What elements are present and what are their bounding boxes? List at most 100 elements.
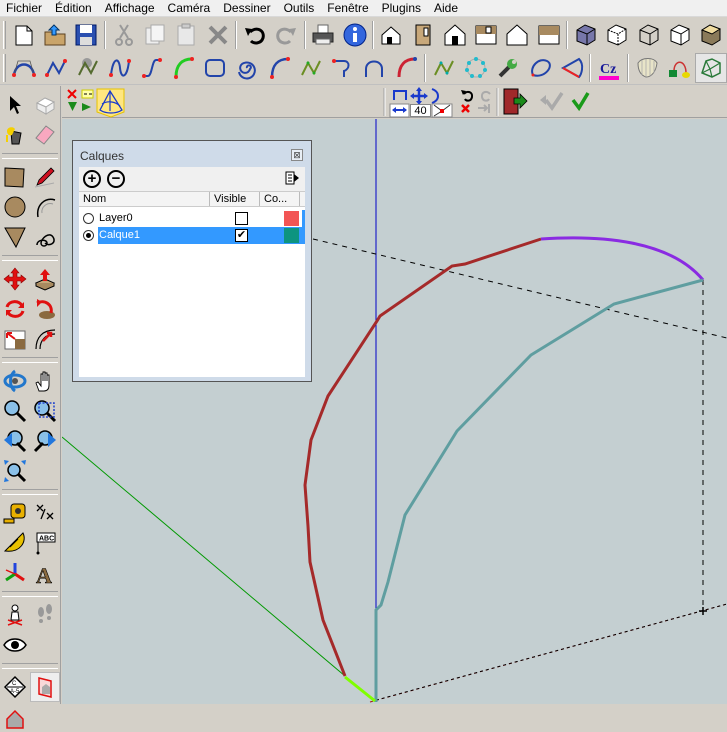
visible-checkbox[interactable]: ✔ (235, 229, 248, 242)
layer-name[interactable]: Layer0 (98, 210, 213, 227)
layer-name[interactable]: Calque1 (98, 227, 213, 244)
polyline-button[interactable] (40, 53, 72, 83)
shell-button[interactable] (631, 53, 663, 83)
spiral-button[interactable] (231, 53, 263, 83)
right-view-button[interactable] (502, 20, 533, 50)
axes-button[interactable] (0, 558, 30, 588)
pan-button[interactable] (30, 366, 60, 396)
triangle-loop-button[interactable] (556, 53, 588, 83)
cut-button[interactable] (108, 20, 139, 50)
width-arrow-button[interactable] (389, 103, 410, 118)
end-button[interactable] (478, 104, 490, 113)
column-color[interactable]: Co... (260, 192, 300, 206)
menu-edition[interactable]: Édition (49, 1, 99, 16)
redo-button[interactable] (270, 20, 301, 50)
validate-check-button[interactable] (571, 92, 590, 112)
layer-row[interactable]: Calque1 ✔ (79, 227, 305, 244)
half-arc-button[interactable] (358, 53, 390, 83)
polygon-points-button[interactable] (460, 53, 492, 83)
offset-button[interactable] (30, 324, 60, 354)
3d-text-button[interactable]: A (30, 558, 60, 588)
s-curve-button[interactable] (135, 53, 167, 83)
menu-aide[interactable]: Aide (428, 1, 465, 16)
hidden-line-white-button[interactable] (664, 20, 695, 50)
menu-affichage[interactable]: Affichage (99, 1, 162, 16)
copy-button[interactable] (139, 20, 170, 50)
xray-style-button[interactable] (570, 20, 601, 50)
polyline-segment-button[interactable] (295, 53, 327, 83)
path-follow-button[interactable] (663, 53, 695, 83)
new-button[interactable] (8, 20, 39, 50)
paste-button[interactable] (171, 20, 202, 50)
layer-color-swatch[interactable] (284, 211, 299, 226)
look-around-button[interactable] (0, 630, 30, 660)
hidden-line-style-button[interactable] (602, 20, 633, 50)
close-icon[interactable]: ⊠ (291, 149, 303, 161)
next-view-button[interactable] (30, 426, 60, 456)
arc-curve-button[interactable] (167, 53, 199, 83)
menu-fenetre[interactable]: Fenêtre (321, 1, 375, 16)
remove-layer-button[interactable]: − (107, 170, 125, 188)
make-component-button[interactable] (30, 90, 60, 120)
red-arc-button[interactable] (390, 53, 422, 83)
menu-camera[interactable]: Caméra (162, 1, 218, 16)
add-layer-button[interactable]: + (83, 170, 101, 188)
text-label-button[interactable]: ABC (30, 528, 60, 558)
undo-small-button[interactable] (461, 90, 474, 102)
closed-loop-button[interactable] (524, 53, 556, 83)
left-view-button[interactable] (533, 20, 564, 50)
exit-door-button[interactable] (503, 88, 528, 115)
section-plane-button[interactable]: C A-5 (0, 672, 30, 702)
dashed-line-button[interactable] (81, 89, 94, 99)
bezier-curve-button[interactable] (8, 53, 40, 83)
freehand-button[interactable] (30, 222, 60, 252)
layer-row[interactable]: Layer0 (79, 210, 305, 227)
hook-curve-button[interactable] (327, 53, 359, 83)
cancel-x-button[interactable] (67, 89, 77, 99)
details-menu-icon[interactable] (285, 170, 299, 186)
zoom-extents-button[interactable] (0, 456, 30, 486)
arc-right-button[interactable] (431, 88, 439, 104)
polyline-edit-button[interactable] (428, 53, 460, 83)
wrench-button[interactable] (492, 53, 524, 83)
rounded-rectangle-button[interactable] (199, 53, 231, 83)
skin-button[interactable] (695, 53, 727, 83)
validate-gray-button[interactable] (540, 92, 564, 112)
wireframe-style-button[interactable] (633, 20, 664, 50)
bracket-button[interactable] (393, 90, 407, 100)
section-display-button[interactable] (30, 672, 60, 702)
green-down-arrow-button[interactable] (68, 102, 77, 111)
top-view-button[interactable] (470, 20, 501, 50)
menu-plugins[interactable]: Plugins (376, 1, 428, 16)
redo-small-button[interactable] (480, 90, 491, 102)
previous-view-button[interactable] (0, 426, 30, 456)
vertex-button[interactable] (431, 103, 453, 118)
follow-me-button[interactable] (30, 294, 60, 324)
active-layer-radio[interactable] (83, 230, 94, 241)
front-view-button[interactable] (408, 20, 439, 50)
scale-button[interactable] (0, 324, 30, 354)
back-view-button[interactable] (439, 20, 470, 50)
circle-button[interactable] (0, 192, 30, 222)
curviloft-cone-button[interactable] (96, 88, 125, 118)
select-button[interactable] (0, 90, 30, 120)
iso-view-button[interactable] (376, 20, 407, 50)
curviloft-button[interactable]: Cz (593, 53, 625, 83)
position-camera-button[interactable] (0, 600, 30, 630)
zoom-window-button[interactable] (30, 396, 60, 426)
arc-segment-button[interactable] (263, 53, 295, 83)
active-layer-radio[interactable] (83, 213, 94, 224)
orbit-button[interactable] (0, 366, 30, 396)
save-button[interactable] (71, 20, 102, 50)
erase-button[interactable] (202, 20, 233, 50)
pencil-button[interactable] (30, 162, 60, 192)
dimension-button[interactable] (30, 498, 60, 528)
move-button[interactable] (0, 264, 30, 294)
layer-color-swatch[interactable] (284, 228, 299, 243)
move-cross-button[interactable] (410, 87, 428, 105)
paint-bucket-button[interactable] (0, 120, 30, 150)
push-pull-button[interactable] (30, 264, 60, 294)
walk-button[interactable] (30, 600, 60, 630)
rectangle-button[interactable] (0, 162, 30, 192)
model-info-button[interactable] (339, 20, 370, 50)
